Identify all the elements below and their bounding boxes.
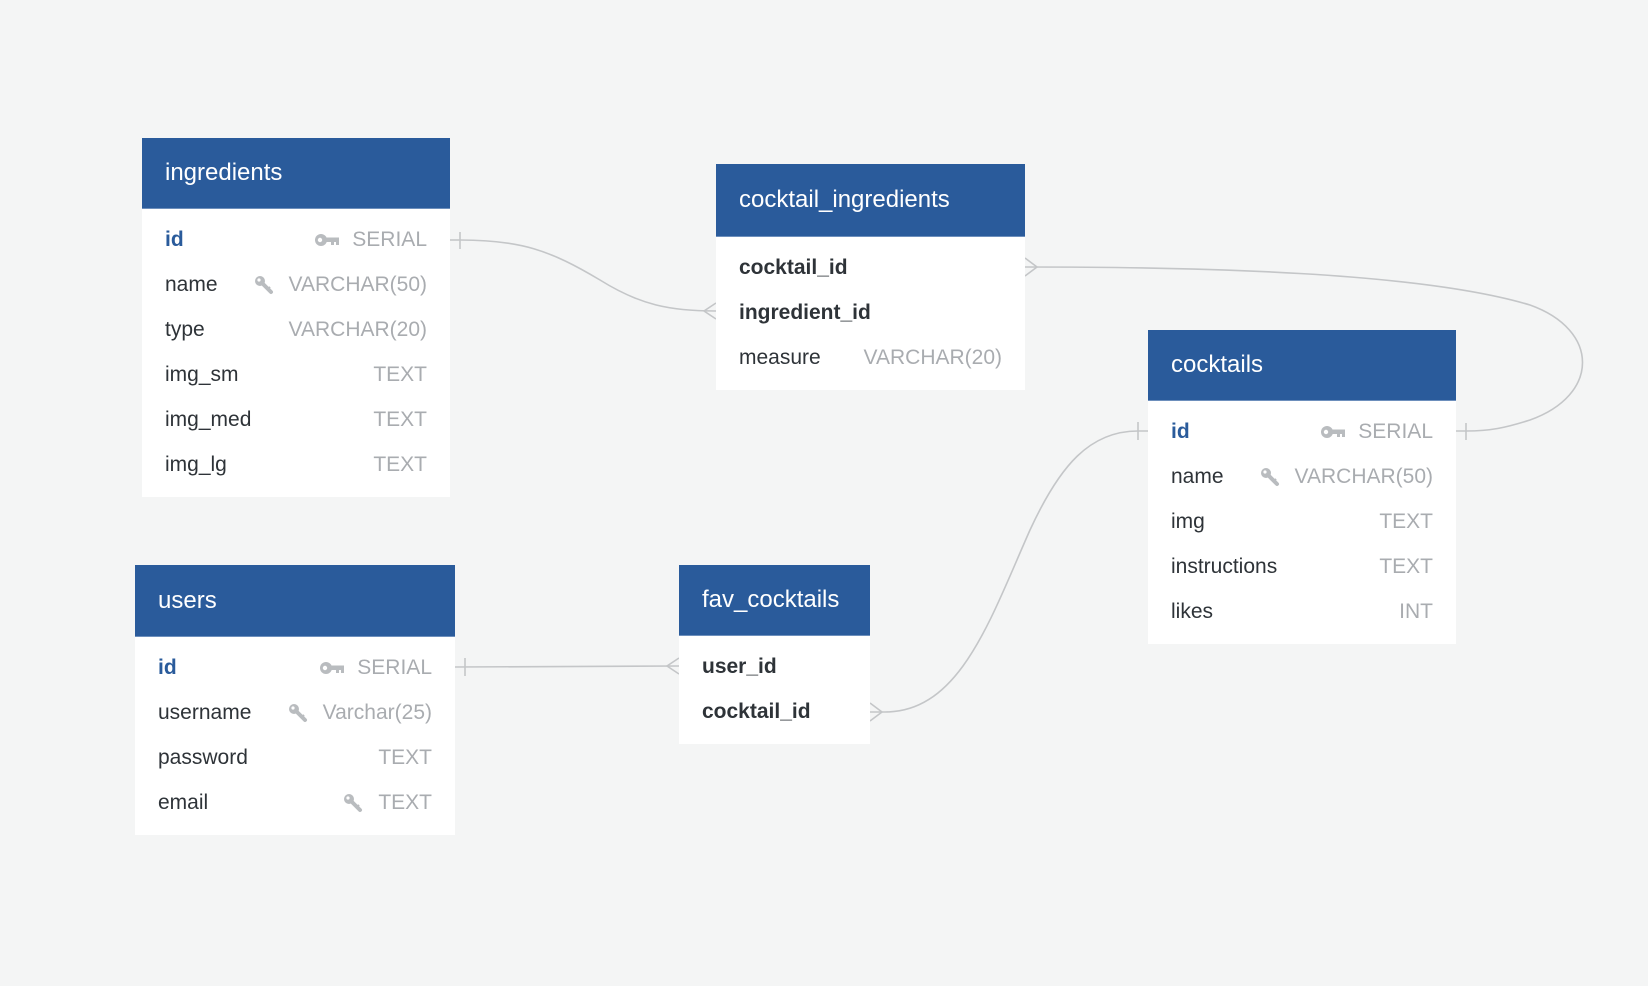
table-body: cocktail_id ingredient_idmeasure VARCHAR(2… bbox=[716, 237, 1025, 390]
many-marker bbox=[702, 302, 717, 320]
column-type: VARCHAR(50) bbox=[288, 272, 427, 296]
table-title: cocktails bbox=[1171, 351, 1264, 378]
column-name: username bbox=[158, 700, 252, 724]
column-type: TEXT bbox=[373, 362, 427, 386]
column-row[interactable]: likes INT bbox=[1148, 589, 1456, 634]
unique-key-icon bbox=[340, 793, 366, 812]
table-ingredients[interactable]: ingredients id SERIAL name VARCHAR(50) type V… bbox=[142, 138, 450, 497]
column-type: SERIAL bbox=[352, 227, 427, 251]
table-cocktail-ingredients[interactable]: cocktail_ingredients cocktail_id ingredie… bbox=[716, 164, 1025, 390]
column-row[interactable]: email TEXT bbox=[135, 780, 455, 825]
column-name: id bbox=[158, 655, 177, 679]
table-body: id SERIAL name VARCHAR(50) type VARCHAR(20) im… bbox=[142, 209, 450, 497]
column-row[interactable]: name VARCHAR(50) bbox=[1148, 454, 1456, 499]
column-row[interactable]: username Varchar(25) bbox=[135, 690, 455, 735]
column-type: VARCHAR(20) bbox=[863, 345, 1002, 369]
table-cocktails[interactable]: cocktails id SERIAL name VARCHAR(50) img TEXT… bbox=[1148, 330, 1456, 644]
column-row[interactable]: img_lg TEXT bbox=[142, 442, 450, 487]
column-name: name bbox=[165, 272, 218, 296]
column-name: password bbox=[158, 745, 248, 769]
many-marker bbox=[869, 702, 884, 722]
table-users[interactable]: users id SERIAL username Varchar(25) passwor… bbox=[135, 565, 455, 835]
column-row[interactable]: type VARCHAR(20) bbox=[142, 307, 450, 352]
column-row[interactable]: id SERIAL bbox=[135, 645, 455, 690]
column-name: id bbox=[165, 227, 184, 251]
column-type: SERIAL bbox=[357, 655, 432, 679]
column-row[interactable]: cocktail_id bbox=[716, 245, 1025, 290]
column-row[interactable]: id SERIAL bbox=[142, 217, 450, 262]
column-name: cocktail_id bbox=[739, 255, 848, 279]
column-row[interactable]: name VARCHAR(50) bbox=[142, 262, 450, 307]
column-name: img_sm bbox=[165, 362, 239, 386]
column-row[interactable]: ingredient_id bbox=[716, 290, 1025, 335]
column-type: TEXT bbox=[1379, 554, 1433, 578]
table-title: fav_cocktails bbox=[702, 586, 840, 613]
column-row[interactable]: img_sm TEXT bbox=[142, 352, 450, 397]
column-type: TEXT bbox=[373, 407, 427, 431]
table-header[interactable]: users bbox=[135, 565, 455, 637]
table-title: cocktail_ingredients bbox=[739, 186, 950, 213]
table-body: user_id cocktail_id bbox=[679, 636, 870, 744]
table-fav-cocktails[interactable]: fav_cocktails user_id cocktail_id bbox=[679, 565, 870, 744]
column-row[interactable]: img_med TEXT bbox=[142, 397, 450, 442]
many-marker bbox=[1024, 257, 1039, 277]
column-name: email bbox=[158, 790, 209, 814]
primary-key-icon bbox=[319, 659, 345, 677]
column-row[interactable]: password TEXT bbox=[135, 735, 455, 780]
column-type: Varchar(25) bbox=[322, 700, 432, 724]
column-name: cocktail_id bbox=[702, 699, 811, 723]
table-header[interactable]: ingredients bbox=[142, 138, 450, 209]
primary-key-icon bbox=[1320, 423, 1346, 441]
column-name: type bbox=[165, 317, 205, 341]
column-type: VARCHAR(50) bbox=[1294, 464, 1433, 488]
column-row[interactable]: measure VARCHAR(20) bbox=[716, 335, 1025, 380]
unique-key-icon bbox=[285, 703, 311, 722]
table-title: ingredients bbox=[165, 159, 283, 186]
column-name: name bbox=[1171, 464, 1224, 488]
column-name: likes bbox=[1171, 599, 1214, 623]
table-header[interactable]: fav_cocktails bbox=[679, 565, 870, 636]
connector-users-to-fav-cocktails[interactable] bbox=[454, 657, 680, 676]
column-row[interactable]: cocktail_id bbox=[679, 689, 870, 734]
column-row[interactable]: img TEXT bbox=[1148, 499, 1456, 544]
unique-key-icon bbox=[251, 275, 277, 294]
many-marker bbox=[665, 657, 680, 675]
column-type: VARCHAR(20) bbox=[288, 317, 427, 341]
column-row[interactable]: instructions TEXT bbox=[1148, 544, 1456, 589]
column-name: img_med bbox=[165, 407, 252, 431]
column-type: SERIAL bbox=[1358, 419, 1433, 443]
column-type: TEXT bbox=[378, 745, 432, 769]
table-header[interactable]: cocktails bbox=[1148, 330, 1456, 401]
table-body: id SERIAL username Varchar(25) password TEXT e… bbox=[135, 637, 455, 835]
column-name: img_lg bbox=[165, 452, 227, 476]
table-title: users bbox=[158, 586, 217, 614]
column-name: img bbox=[1171, 509, 1205, 533]
column-type: TEXT bbox=[378, 790, 432, 814]
column-name: user_id bbox=[702, 654, 777, 678]
column-name: measure bbox=[739, 345, 821, 369]
unique-key-icon bbox=[1257, 467, 1283, 486]
column-name: id bbox=[1171, 419, 1190, 443]
column-type: TEXT bbox=[373, 452, 427, 476]
table-header[interactable]: cocktail_ingredients bbox=[716, 164, 1025, 237]
column-row[interactable]: user_id bbox=[679, 644, 870, 689]
column-type: TEXT bbox=[1379, 509, 1433, 533]
column-row[interactable]: id SERIAL bbox=[1148, 409, 1456, 454]
table-body: id SERIAL name VARCHAR(50) img TEXT instructio… bbox=[1148, 401, 1456, 644]
primary-key-icon bbox=[314, 231, 340, 249]
connector-ingredients-to-cocktail-ingredients[interactable] bbox=[450, 232, 717, 320]
column-type: INT bbox=[1399, 599, 1433, 623]
column-name: instructions bbox=[1171, 554, 1278, 578]
column-name: ingredient_id bbox=[739, 300, 871, 324]
connector-fav-cocktails-to-cocktails[interactable] bbox=[869, 422, 1148, 722]
